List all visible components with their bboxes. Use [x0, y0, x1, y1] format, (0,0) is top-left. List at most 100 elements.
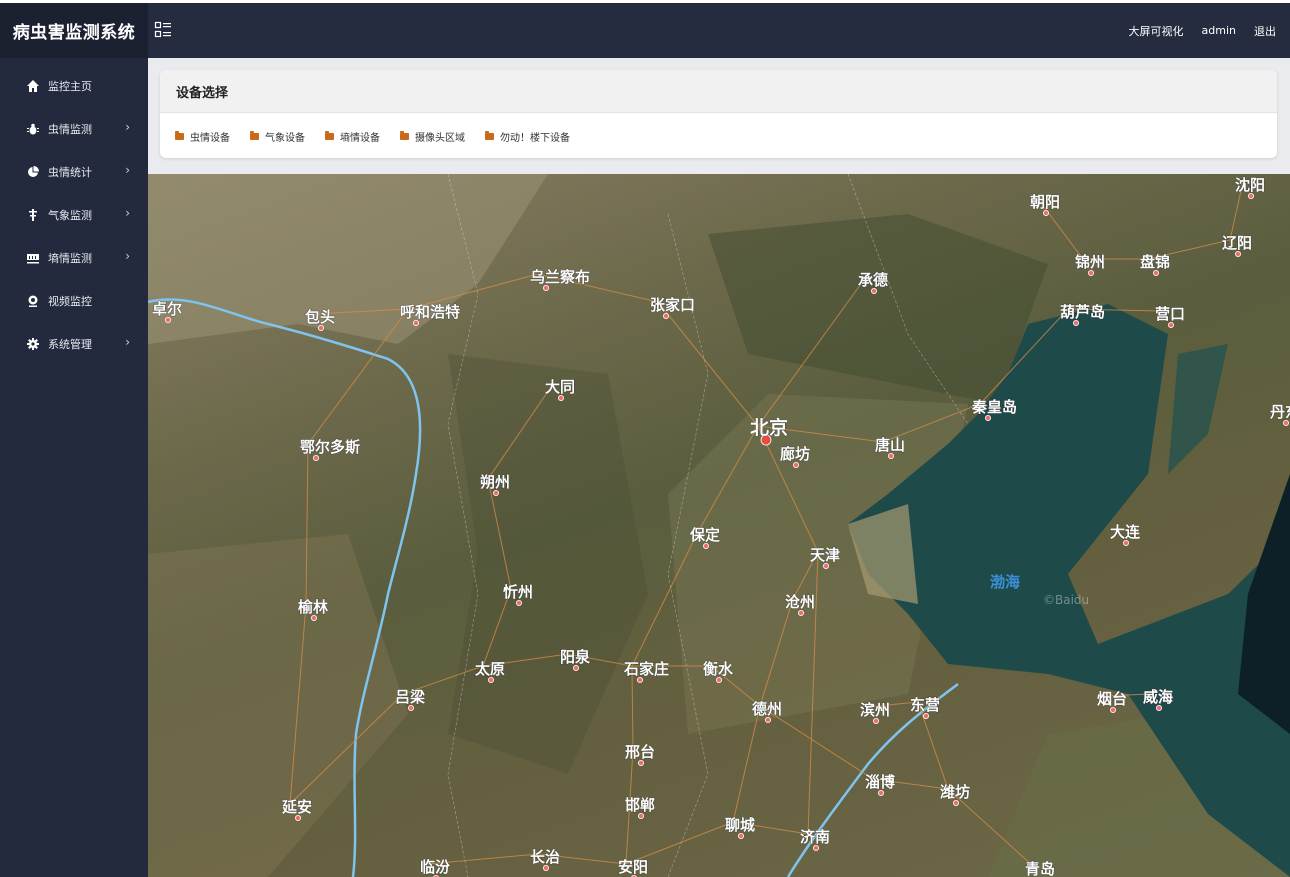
- city-marker[interactable]: [888, 452, 895, 459]
- city-marker[interactable]: [636, 676, 643, 683]
- city-label: 长治: [530, 848, 560, 866]
- top-header: 大屏可视化 admin 退出: [148, 3, 1290, 58]
- city-marker[interactable]: [572, 664, 579, 671]
- city-label: 济南: [800, 828, 830, 846]
- city-marker[interactable]: [294, 815, 301, 822]
- app-title: 病虫害监测系统: [0, 3, 148, 58]
- bug-icon: [26, 122, 40, 136]
- city-marker[interactable]: [1153, 270, 1160, 277]
- city-label: 丹东: [1270, 403, 1290, 421]
- map-canvas[interactable]: 沈阳朝阳辽阳锦州 盘锦乌兰察布 承德张家口 葫芦岛 营口 卓尔 包头 呼和浩特大同秦皇岛 丹东北…: [148, 174, 1290, 877]
- city-marker[interactable]: [1168, 321, 1175, 328]
- city-marker[interactable]: [813, 845, 820, 852]
- city-marker[interactable]: [412, 319, 419, 326]
- city-marker[interactable]: [164, 316, 171, 323]
- device-item-soil[interactable]: 墒情设备: [325, 129, 380, 144]
- city-label: 阳泉: [560, 648, 591, 666]
- device-label: 气象设备: [265, 132, 305, 144]
- chevron-right-icon: ›: [125, 249, 130, 263]
- city-label: 邢台: [624, 743, 655, 761]
- sidebar-item-pest-monitor[interactable]: 虫情监测 ›: [0, 107, 148, 150]
- city-marker[interactable]: [542, 285, 549, 292]
- city-marker[interactable]: [1235, 251, 1242, 258]
- city-label: 忻州: [503, 583, 533, 601]
- header-links: 大屏可视化 admin 退出: [1129, 3, 1276, 58]
- city-marker[interactable]: [1043, 210, 1050, 217]
- device-item-pest[interactable]: 虫情设备: [175, 129, 230, 144]
- sidebar-item-label: 虫情监测: [48, 122, 92, 136]
- device-item-camera[interactable]: 摄像头区域: [400, 129, 465, 144]
- city-label: 淄博: [865, 773, 895, 791]
- city-marker[interactable]: [663, 312, 670, 319]
- city-marker[interactable]: [312, 454, 319, 461]
- sidebar-item-home[interactable]: 监控主页: [0, 64, 148, 107]
- city-marker[interactable]: [1110, 707, 1117, 714]
- city-label: 朔州: [480, 473, 510, 491]
- folder-icon: [250, 130, 259, 140]
- camera-icon: [26, 294, 40, 308]
- city-marker[interactable]: [542, 865, 549, 872]
- city-label: 北京: [750, 416, 788, 439]
- folder-icon: [400, 130, 409, 140]
- city-label: 张家口: [650, 296, 695, 314]
- city-label: 沧州: [785, 593, 815, 611]
- city-label: 临汾: [420, 858, 450, 876]
- city-marker[interactable]: [716, 676, 723, 683]
- sidebar-item-soil[interactable]: 墒情监测 ›: [0, 236, 148, 279]
- city-marker[interactable]: [1088, 270, 1095, 277]
- device-item-weather[interactable]: 气象设备: [250, 129, 305, 144]
- city-marker[interactable]: [492, 489, 499, 496]
- city-marker[interactable]: [923, 713, 930, 720]
- city-marker[interactable]: [487, 676, 494, 683]
- sidebar-item-video[interactable]: 视频监控: [0, 279, 148, 322]
- city-label: 烟台: [1097, 690, 1127, 708]
- city-label: 石家庄: [623, 660, 669, 678]
- city-marker[interactable]: [823, 562, 830, 569]
- city-marker[interactable]: [1123, 539, 1130, 546]
- city-marker[interactable]: [1248, 192, 1255, 199]
- sidebar-item-label: 气象监测: [48, 208, 92, 222]
- device-select-title: 设备选择: [160, 70, 1277, 113]
- city-marker[interactable]: [1073, 319, 1080, 326]
- device-label: 摄像头区域: [415, 132, 465, 144]
- city-marker[interactable]: [317, 324, 324, 331]
- city-marker[interactable]: [985, 414, 992, 421]
- city-label: 德州: [752, 700, 782, 718]
- city-marker[interactable]: [637, 760, 644, 767]
- city-label: 沈阳: [1235, 176, 1265, 194]
- city-marker[interactable]: [637, 813, 644, 820]
- folder-icon: [175, 130, 184, 140]
- city-marker[interactable]: [798, 609, 805, 616]
- city-marker[interactable]: [953, 800, 960, 807]
- user-name[interactable]: admin: [1202, 24, 1236, 37]
- city-marker[interactable]: [738, 833, 745, 840]
- city-marker[interactable]: [765, 717, 772, 724]
- city-marker[interactable]: [873, 718, 880, 725]
- dashboard-link[interactable]: 大屏可视化: [1129, 23, 1184, 39]
- city-marker[interactable]: [793, 461, 800, 468]
- logout-link[interactable]: 退出: [1254, 23, 1276, 39]
- device-list: 虫情设备 气象设备 墒情设备 摄像头区域 勿动！楼下设备: [160, 113, 1277, 158]
- city-marker[interactable]: [703, 542, 710, 549]
- sidebar-item-label: 视频监控: [48, 294, 92, 308]
- satellite-map[interactable]: 沈阳朝阳辽阳锦州 盘锦乌兰察布 承德张家口 葫芦岛 营口 卓尔 包头 呼和浩特大同秦皇岛 丹东北…: [148, 174, 1290, 877]
- sidebar-item-system[interactable]: 系统管理 ›: [0, 322, 148, 365]
- city-marker[interactable]: [1283, 419, 1290, 426]
- city-label: 衡水: [703, 660, 734, 678]
- sidebar-item-weather[interactable]: 气象监测 ›: [0, 193, 148, 236]
- city-marker[interactable]: [1156, 705, 1163, 712]
- city-marker[interactable]: [557, 394, 564, 401]
- city-label: 邯郸: [625, 796, 655, 814]
- device-item-downstairs[interactable]: 勿动！楼下设备: [485, 129, 570, 144]
- city-label: 鄂尔多斯: [300, 438, 360, 456]
- city-marker[interactable]: [878, 790, 885, 797]
- city-marker[interactable]: [871, 288, 878, 295]
- city-marker[interactable]: [515, 599, 522, 606]
- menu-toggle-icon[interactable]: [154, 21, 172, 39]
- city-label: 锦州: [1075, 253, 1105, 271]
- city-marker[interactable]: [310, 614, 317, 621]
- sidebar-item-pest-stats[interactable]: 虫情统计 ›: [0, 150, 148, 193]
- city-marker[interactable]: [407, 705, 414, 712]
- city-label: 盘锦: [1140, 253, 1170, 271]
- chevron-right-icon: ›: [125, 120, 130, 134]
